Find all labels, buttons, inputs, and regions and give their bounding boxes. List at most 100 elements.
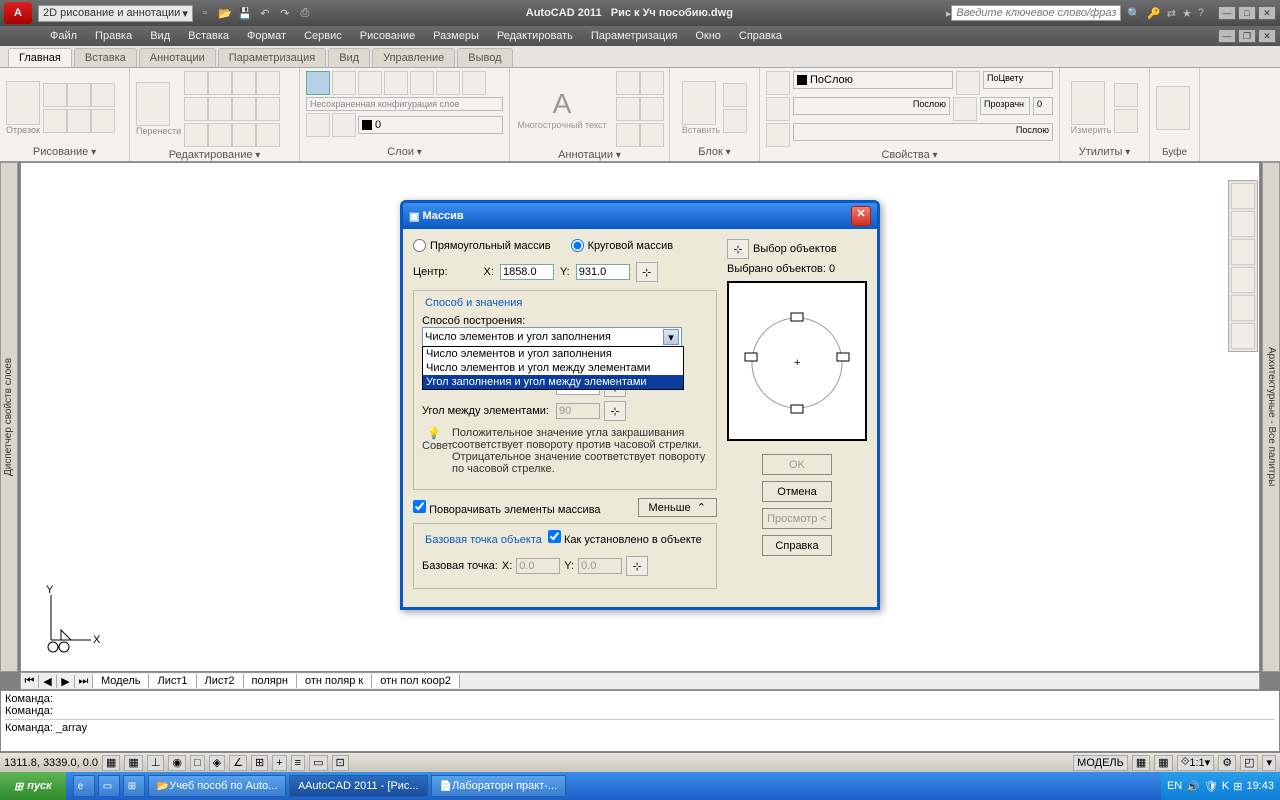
open-icon[interactable]: 📂 [217, 5, 233, 21]
sheet-model[interactable]: Модель [93, 674, 149, 688]
ducs-toggle[interactable]: ⊞ [251, 755, 268, 771]
menu-view[interactable]: Вид [150, 30, 170, 42]
command-window[interactable]: Команда: Команда: Команда: _array [0, 690, 1280, 752]
center-y-input[interactable] [576, 264, 630, 280]
rect-array-radio[interactable]: Прямоугольный массив [413, 239, 551, 252]
anno-tool[interactable] [616, 123, 640, 147]
tab-output[interactable]: Вывод [457, 48, 512, 67]
sb-tool[interactable]: ⚙ [1218, 755, 1236, 771]
method-option-selected[interactable]: Угол заполнения и угол между элементами [423, 375, 683, 389]
clipboard-tool[interactable] [1156, 86, 1190, 130]
polar-toggle[interactable]: ◉ [168, 755, 186, 771]
menu-service[interactable]: Сервис [304, 30, 342, 42]
anno-tool[interactable] [616, 71, 640, 95]
qp-toggle[interactable]: ▭ [309, 755, 327, 771]
draw-tool[interactable] [91, 109, 115, 133]
maximize-button[interactable]: □ [1238, 6, 1256, 20]
nav-orbit[interactable] [1231, 295, 1255, 321]
sb-tool[interactable]: ▦ [1132, 755, 1150, 771]
prop-tool[interactable] [766, 123, 790, 147]
layer-tool[interactable] [332, 71, 356, 95]
sheet-tab[interactable]: полярн [244, 674, 297, 688]
edit-tool[interactable] [208, 71, 232, 95]
edit-tool[interactable] [184, 97, 208, 121]
help-icon[interactable]: ? [1198, 7, 1204, 20]
task-item[interactable]: 📄 Лабораторн практ-... [431, 775, 566, 797]
nav-wheel[interactable] [1231, 211, 1255, 237]
help-button[interactable]: Справка [762, 535, 832, 556]
sb-tool[interactable]: ◰ [1240, 755, 1258, 771]
anno-tool[interactable] [616, 97, 640, 121]
menu-window[interactable]: Окно [695, 30, 721, 42]
layer-tool[interactable] [358, 71, 382, 95]
sb-tool[interactable]: ▾ [1262, 755, 1276, 771]
doc-close[interactable]: ✕ [1258, 29, 1276, 43]
doc-restore[interactable]: ❐ [1238, 29, 1256, 43]
edit-tool[interactable] [256, 97, 280, 121]
save-icon[interactable]: 💾 [237, 5, 253, 21]
tray-icon[interactable]: ⊞ [1233, 780, 1242, 793]
util-tool[interactable] [1114, 109, 1138, 133]
basepoint-default-checkbox[interactable]: Как установлено в объекте [548, 534, 702, 546]
workspace-dropdown[interactable]: 2D рисование и аннотации▾ [38, 5, 193, 22]
tray-icon[interactable]: 🔊 [1186, 780, 1200, 793]
insert-block[interactable] [682, 81, 716, 125]
menu-param[interactable]: Параметризация [591, 30, 677, 42]
start-button[interactable]: ⊞пуск [0, 772, 66, 800]
cancel-button[interactable]: Отмена [762, 481, 832, 502]
star-icon[interactable]: ★ [1182, 7, 1192, 20]
anno-tool[interactable] [640, 123, 664, 147]
sheet-tab[interactable]: отн поляр к [297, 674, 372, 688]
util-tool[interactable] [1114, 83, 1138, 107]
otrack-toggle[interactable]: ∠ [229, 755, 247, 771]
draw-tool[interactable] [67, 83, 91, 107]
prop-tool[interactable] [766, 97, 790, 121]
sheet-tab[interactable]: Лист1 [149, 674, 196, 688]
draw-tool[interactable] [91, 83, 115, 107]
block-tool[interactable] [723, 83, 747, 107]
osnap-toggle[interactable]: □ [190, 755, 205, 771]
sb-tool[interactable]: ▦ [1154, 755, 1172, 771]
move-tool[interactable] [136, 82, 170, 126]
anno-tool[interactable] [640, 97, 664, 121]
less-button[interactable]: Меньше ⌃ [638, 498, 718, 517]
anno-tool[interactable] [640, 71, 664, 95]
method-option[interactable]: Число элементов и угол между элементами [423, 361, 683, 375]
menu-insert[interactable]: Вставка [188, 30, 229, 42]
edit-tool[interactable] [208, 97, 232, 121]
measure-tool[interactable] [1071, 81, 1105, 125]
app-logo[interactable]: A [4, 2, 32, 24]
binoculars-icon[interactable]: 🔍 [1127, 7, 1141, 20]
rotate-items-checkbox[interactable]: Поворачивать элементы массива [413, 500, 601, 516]
clock[interactable]: 19:43 [1246, 780, 1274, 792]
method-combo[interactable]: Число элементов и угол заполнения ▾ Числ… [422, 327, 682, 347]
layer-tool[interactable] [410, 71, 434, 95]
draw-tool[interactable] [43, 109, 67, 133]
layer-config-dropdown[interactable]: Несохраненная конфигурация слое [306, 97, 503, 111]
model-space[interactable]: МОДЕЛЬ [1073, 755, 1128, 771]
close-button[interactable]: ✕ [1258, 6, 1276, 20]
draw-tool[interactable] [67, 109, 91, 133]
menu-help[interactable]: Справка [739, 30, 782, 42]
new-icon[interactable]: ▫ [197, 5, 213, 21]
prop-tool[interactable] [956, 71, 980, 95]
sheet-tab[interactable]: Лист2 [197, 674, 244, 688]
lwt-toggle[interactable]: ≡ [291, 755, 305, 771]
tray-icon[interactable]: K [1222, 780, 1229, 792]
edit-tool[interactable] [232, 123, 256, 147]
nav-show[interactable] [1231, 323, 1255, 349]
quicklaunch-desktop[interactable]: ▭ [98, 775, 120, 797]
center-x-input[interactable] [500, 264, 554, 280]
menu-modify[interactable]: Редактировать [497, 30, 573, 42]
tab-view[interactable]: Вид [328, 48, 370, 67]
pick-basepoint-button[interactable]: ⊹ [626, 556, 648, 576]
doc-minimize[interactable]: — [1218, 29, 1236, 43]
tab-insert[interactable]: Вставка [74, 48, 137, 67]
menu-edit[interactable]: Правка [95, 30, 132, 42]
layer-tool[interactable] [436, 71, 460, 95]
polar-array-radio[interactable]: Круговой массив [571, 239, 674, 252]
sheet-last[interactable]: ⏭ [75, 675, 93, 688]
menu-dim[interactable]: Размеры [433, 30, 479, 42]
tray-icon[interactable]: 🛡 [1204, 780, 1218, 793]
pick-center-button[interactable]: ⊹ [636, 262, 658, 282]
